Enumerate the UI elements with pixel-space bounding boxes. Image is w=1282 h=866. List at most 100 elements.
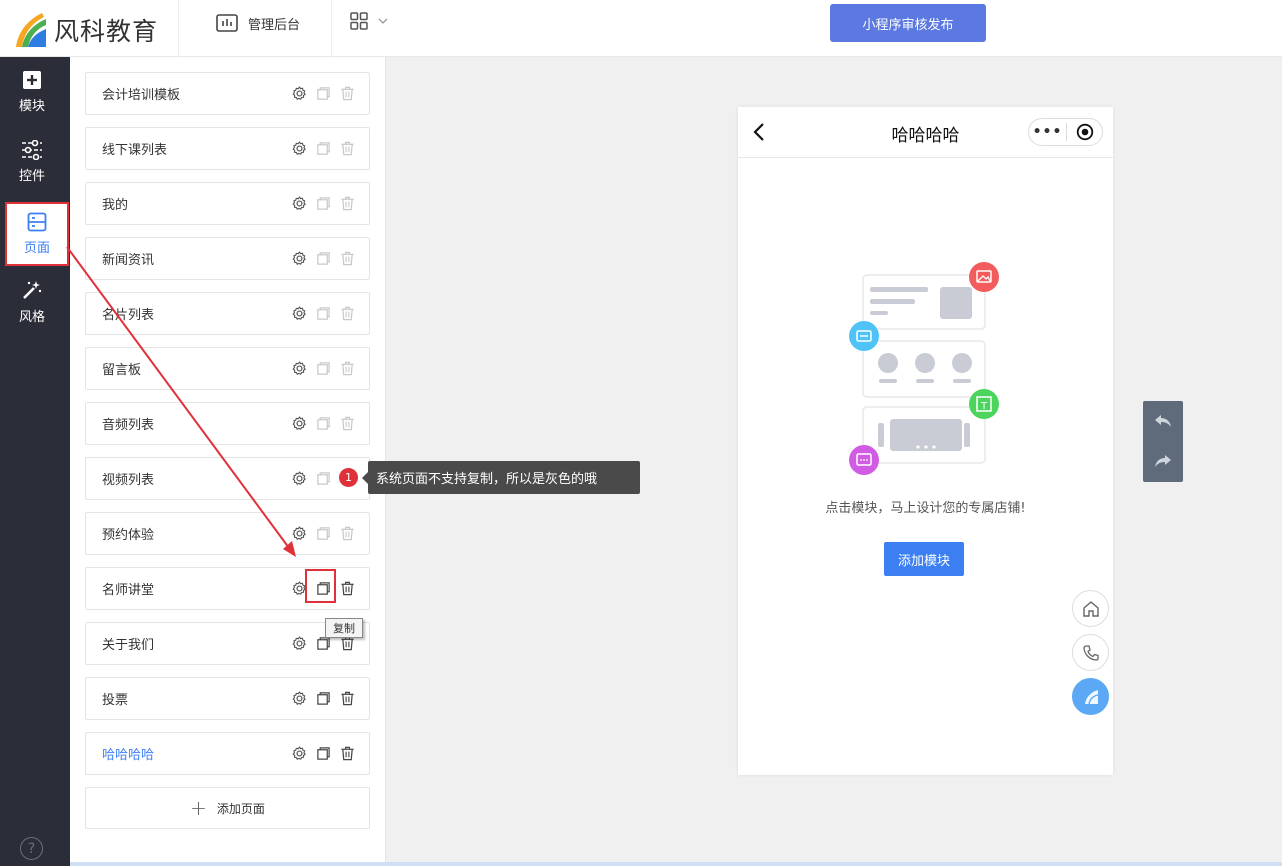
svg-text:T: T bbox=[980, 401, 988, 412]
plus-square-icon bbox=[23, 71, 41, 89]
settings-gear-icon[interactable] bbox=[291, 250, 307, 266]
copy-icon bbox=[315, 85, 331, 101]
divider bbox=[178, 0, 179, 57]
copy-highlight-box bbox=[305, 569, 336, 603]
magic-wand-icon bbox=[23, 281, 42, 299]
publish-button[interactable]: 小程序审核发布 bbox=[830, 4, 986, 42]
page-row[interactable]: 新闻资讯 bbox=[85, 237, 370, 280]
add-page-label: 添加页面 bbox=[216, 801, 265, 816]
page-row[interactable]: 会计培训模板 bbox=[85, 72, 370, 115]
settings-gear-icon[interactable] bbox=[291, 85, 307, 101]
settings-gear-icon[interactable] bbox=[291, 360, 307, 376]
page-row-label: 留言板 bbox=[102, 363, 142, 378]
empty-illustration: T bbox=[849, 262, 999, 475]
page-row-label: 我的 bbox=[102, 198, 129, 213]
sidebar-item-module[interactable]: 模块 bbox=[0, 60, 64, 124]
help-icon[interactable]: ? bbox=[20, 837, 43, 860]
copy-icon bbox=[315, 470, 331, 486]
sidebar: 模块 控件 页面 风格 ? bbox=[0, 57, 70, 866]
copy-icon bbox=[315, 250, 331, 266]
settings-gear-icon[interactable] bbox=[291, 690, 307, 706]
page-list-panel: 会计培训模板线下课列表我的新闻资讯名片列表留言板音频列表视频列表预约体验名师讲堂… bbox=[70, 57, 386, 866]
sidebar-item-style[interactable]: 风格 bbox=[0, 270, 64, 334]
settings-gear-icon[interactable] bbox=[291, 140, 307, 156]
delete-trash-icon bbox=[339, 305, 355, 321]
settings-gear-icon[interactable] bbox=[291, 195, 307, 211]
settings-gear-icon[interactable] bbox=[291, 745, 307, 761]
sidebar-item-page[interactable]: 页面 bbox=[5, 202, 69, 266]
redo-icon[interactable] bbox=[1143, 441, 1183, 481]
delete-trash-icon bbox=[339, 525, 355, 541]
page-row[interactable]: 留言板 bbox=[85, 347, 370, 390]
page-row-actions bbox=[291, 140, 355, 156]
page-row[interactable]: 预约体验 bbox=[85, 512, 370, 555]
home-icon[interactable] bbox=[1072, 590, 1109, 627]
copy-icon bbox=[315, 360, 331, 376]
page-row[interactable]: 视频列表 bbox=[85, 457, 370, 500]
delete-trash-icon bbox=[339, 195, 355, 211]
chart-icon bbox=[216, 14, 238, 32]
page-row-actions bbox=[291, 250, 355, 266]
copy-tooltip: 复制 bbox=[325, 618, 363, 638]
copy-icon bbox=[315, 305, 331, 321]
copy-icon bbox=[315, 415, 331, 431]
admin-label: 管理后台 bbox=[248, 17, 301, 33]
page-row-actions bbox=[291, 415, 355, 431]
settings-gear-icon[interactable] bbox=[291, 305, 307, 321]
empty-hint: 点击模块，马上设计您的专属店铺! bbox=[825, 501, 1026, 516]
settings-gear-icon[interactable] bbox=[291, 525, 307, 541]
sidebar-item-label: 风格 bbox=[18, 310, 45, 325]
copy-icon bbox=[315, 195, 331, 211]
page-row-label: 音频列表 bbox=[102, 418, 155, 433]
page-row[interactable]: 线下课列表 bbox=[85, 127, 370, 170]
page-row[interactable]: 我的 bbox=[85, 182, 370, 225]
delete-trash-icon[interactable] bbox=[339, 690, 355, 706]
page-row-label: 名片列表 bbox=[102, 308, 155, 323]
apps-menu[interactable] bbox=[350, 12, 390, 30]
page-row-label: 预约体验 bbox=[102, 528, 155, 543]
copy-icon bbox=[315, 525, 331, 541]
logo[interactable]: 风科教育 bbox=[12, 4, 178, 56]
settings-gear-icon[interactable] bbox=[291, 415, 307, 431]
admin-link[interactable]: 管理后台 bbox=[216, 0, 300, 46]
delete-trash-icon[interactable] bbox=[339, 745, 355, 761]
phone-icon[interactable] bbox=[1072, 634, 1109, 671]
undo-redo-group bbox=[1143, 401, 1183, 482]
phone-header: 哈哈哈哈 ••• bbox=[738, 107, 1113, 158]
page-row-label: 名师讲堂 bbox=[102, 583, 155, 598]
page-row-actions bbox=[291, 745, 355, 761]
delete-trash-icon bbox=[339, 250, 355, 266]
sidebar-item-label: 页面 bbox=[23, 241, 50, 256]
settings-gear-icon[interactable] bbox=[291, 635, 307, 651]
delete-trash-icon[interactable] bbox=[339, 580, 355, 596]
page-row[interactable]: 哈哈哈哈 bbox=[85, 732, 370, 775]
mini-program-capsule: ••• bbox=[1028, 118, 1103, 146]
divider bbox=[331, 0, 332, 57]
settings-gear-icon[interactable] bbox=[291, 470, 307, 486]
logo-text: 风科教育 bbox=[54, 17, 159, 46]
close-target-icon[interactable] bbox=[1067, 123, 1102, 141]
undo-icon[interactable] bbox=[1143, 401, 1183, 441]
page-row-label: 哈哈哈哈 bbox=[102, 748, 155, 763]
annotation-tooltip: 系统页面不支持复制，所以是灰色的哦 bbox=[362, 461, 640, 494]
sidebar-item-control[interactable]: 控件 bbox=[0, 130, 64, 194]
phone-preview: 哈哈哈哈 ••• T 点击模块，马上设计您的专属店铺! 添加模块 bbox=[738, 107, 1113, 775]
delete-trash-icon bbox=[339, 85, 355, 101]
page-row-label: 视频列表 bbox=[102, 473, 155, 488]
delete-trash-icon bbox=[339, 415, 355, 431]
copy-icon[interactable] bbox=[315, 690, 331, 706]
page-row-label: 会计培训模板 bbox=[102, 88, 181, 103]
copy-icon[interactable] bbox=[315, 745, 331, 761]
page-row-actions bbox=[291, 85, 355, 101]
page-row[interactable]: 音频列表 bbox=[85, 402, 370, 445]
page-row-label: 关于我们 bbox=[102, 638, 155, 653]
add-page-button[interactable]: + 添加页面 bbox=[85, 787, 370, 829]
delete-trash-icon bbox=[339, 360, 355, 376]
top-bar: 风科教育 管理后台 小程序审核发布 bbox=[0, 0, 1282, 57]
sliders-icon bbox=[22, 140, 42, 160]
brand-icon[interactable] bbox=[1072, 678, 1109, 715]
page-row[interactable]: 投票 bbox=[85, 677, 370, 720]
more-icon[interactable]: ••• bbox=[1029, 124, 1066, 140]
add-module-button[interactable]: 添加模块 bbox=[884, 542, 964, 576]
page-row[interactable]: 名片列表 bbox=[85, 292, 370, 335]
